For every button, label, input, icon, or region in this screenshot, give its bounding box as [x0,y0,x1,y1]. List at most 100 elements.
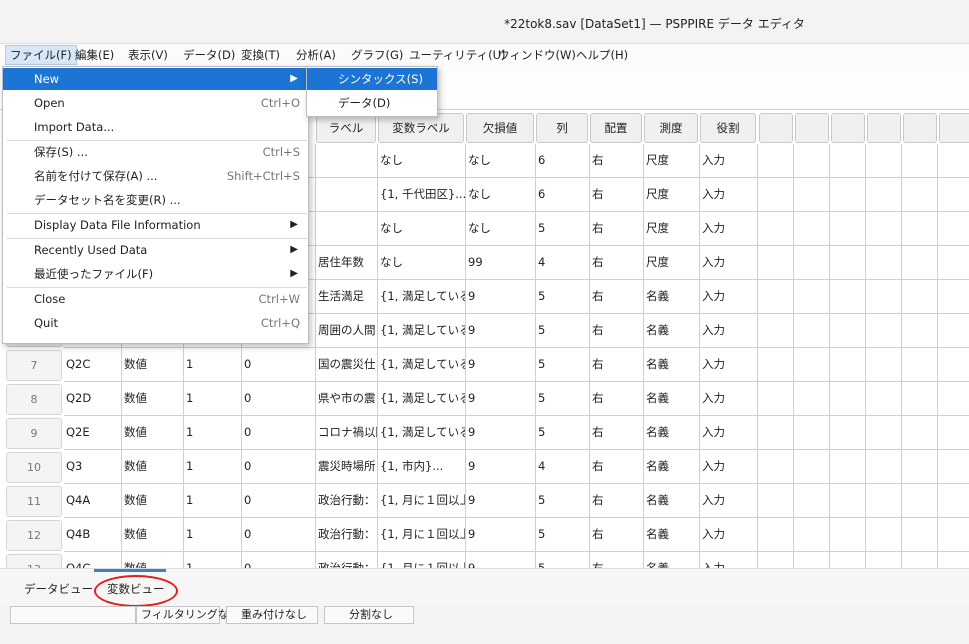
cell-width[interactable]: 1 [184,484,242,518]
cell-align[interactable]: 右 [590,212,644,246]
cell-name[interactable]: Q4A [64,484,122,518]
cell-empty[interactable] [830,552,866,568]
menu-view[interactable]: 表示(V) [128,47,168,63]
cell-empty[interactable] [938,348,969,382]
cell-empty[interactable] [866,552,902,568]
cell-missing[interactable]: なし [466,144,536,178]
menu-item-recent-data[interactable]: Recently Used Data ▶ [3,239,308,261]
cell-align[interactable]: 右 [590,382,644,416]
cell-empty[interactable] [902,518,938,552]
cell-columns[interactable]: 6 [536,144,590,178]
cell-measure[interactable]: 名義 [644,552,700,568]
cell-missing[interactable]: 9 [466,484,536,518]
cell-empty[interactable] [902,450,938,484]
cell-empty[interactable] [938,280,969,314]
cell-columns[interactable]: 5 [536,280,590,314]
cell-measure[interactable]: 名義 [644,484,700,518]
cell-name[interactable]: Q4B [64,518,122,552]
cell-empty[interactable] [794,314,830,348]
cell-columns[interactable]: 4 [536,450,590,484]
cell-empty[interactable] [830,382,866,416]
cell-value-labels[interactable]: {1, 月に１回以上 [378,552,466,568]
header-missing[interactable]: 欠損値 [466,113,534,143]
menu-data[interactable]: データ(D) [183,47,235,63]
submenu-item-data[interactable]: データ(D) [307,92,437,114]
cell-align[interactable]: 右 [590,484,644,518]
menu-help[interactable]: ヘルプ(H) [576,47,628,63]
cell-align[interactable]: 右 [590,144,644,178]
cell-empty[interactable] [938,178,969,212]
cell-empty[interactable] [758,178,794,212]
cell-columns[interactable]: 5 [536,518,590,552]
header-value-labels[interactable]: 変数ラベル [378,113,464,143]
cell-decimals[interactable]: 0 [242,416,316,450]
menu-transform[interactable]: 変換(T) [241,47,280,63]
tab-data-view[interactable]: データビュー [24,581,93,597]
cell-value-labels[interactable]: なし [378,246,466,280]
cell-value-labels[interactable]: {1, 満足している} [378,382,466,416]
menu-item-display-info[interactable]: Display Data File Information ▶ [3,214,308,236]
cell-empty[interactable] [758,144,794,178]
cell-empty[interactable] [794,552,830,568]
cell-missing[interactable]: 9 [466,382,536,416]
cell-empty[interactable] [938,144,969,178]
cell-align[interactable]: 右 [590,450,644,484]
menu-item-save[interactable]: 保存(S) ... Ctrl+S [3,141,308,163]
cell-missing[interactable]: 9 [466,450,536,484]
header-columns[interactable]: 列 [536,113,588,143]
cell-value-labels[interactable]: {1, 月に１回以上 [378,484,466,518]
cell-type[interactable]: 数値 [122,552,184,568]
cell-measure[interactable]: 名義 [644,348,700,382]
cell-columns[interactable]: 4 [536,246,590,280]
cell-type[interactable]: 数値 [122,518,184,552]
cell-align[interactable]: 右 [590,246,644,280]
header-align[interactable]: 配置 [590,113,642,143]
cell-role[interactable]: 入力 [700,382,758,416]
row-number[interactable]: 9 [6,418,62,449]
row-number[interactable]: 8 [6,384,62,415]
cell-empty[interactable] [830,348,866,382]
cell-type[interactable]: 数値 [122,484,184,518]
submenu-item-syntax[interactable]: シンタックス(S) [307,68,437,90]
cell-value-labels[interactable]: {1, 満足している} [378,314,466,348]
cell-empty[interactable] [830,144,866,178]
cell-measure[interactable]: 尺度 [644,212,700,246]
cell-empty[interactable] [794,144,830,178]
row-number[interactable]: 11 [6,486,62,517]
cell-empty[interactable] [866,144,902,178]
row-number[interactable]: 13 [6,554,62,568]
cell-empty[interactable] [938,484,969,518]
cell-label[interactable]: 政治行動： [316,484,378,518]
cell-measure[interactable]: 名義 [644,314,700,348]
cell-role[interactable]: 入力 [700,348,758,382]
cell-empty[interactable] [902,416,938,450]
cell-role[interactable]: 入力 [700,416,758,450]
cell-value-labels[interactable]: {1, 満足している} [378,280,466,314]
row-number[interactable]: 10 [6,452,62,483]
cell-empty[interactable] [830,280,866,314]
cell-empty[interactable] [938,246,969,280]
cell-align[interactable]: 右 [590,280,644,314]
cell-empty[interactable] [902,144,938,178]
cell-type[interactable]: 数値 [122,382,184,416]
cell-measure[interactable]: 名義 [644,450,700,484]
cell-empty[interactable] [938,314,969,348]
cell-empty[interactable] [794,280,830,314]
cell-missing[interactable]: なし [466,212,536,246]
cell-empty[interactable] [794,212,830,246]
cell-type[interactable]: 数値 [122,348,184,382]
cell-empty[interactable] [794,382,830,416]
cell-label[interactable]: 県や市の震 [316,382,378,416]
cell-align[interactable]: 右 [590,416,644,450]
menu-graphs[interactable]: グラフ(G) [351,47,403,63]
cell-empty[interactable] [902,246,938,280]
cell-measure[interactable]: 名義 [644,518,700,552]
cell-width[interactable]: 1 [184,382,242,416]
cell-align[interactable]: 右 [590,314,644,348]
cell-empty[interactable] [758,484,794,518]
cell-empty[interactable] [938,382,969,416]
cell-measure[interactable]: 尺度 [644,144,700,178]
cell-empty[interactable] [758,212,794,246]
cell-empty[interactable] [902,348,938,382]
cell-empty[interactable] [830,212,866,246]
